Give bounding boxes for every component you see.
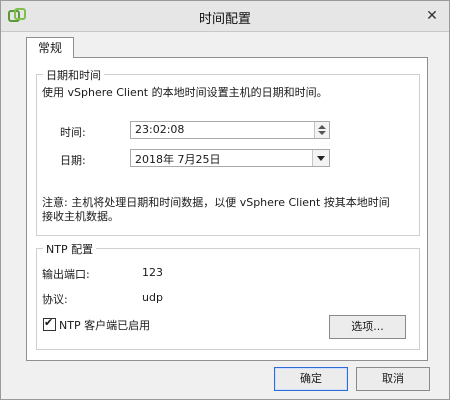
window-title: 时间配置	[198, 12, 251, 27]
ntp-client-enabled-label[interactable]: NTP 客户端已启用	[59, 317, 150, 333]
options-button[interactable]: 选项...	[329, 315, 406, 339]
time-spinner[interactable]	[314, 122, 329, 138]
ok-button[interactable]: 确定	[274, 367, 348, 391]
close-button[interactable]: ✕	[421, 6, 443, 26]
cancel-button[interactable]: 取消	[356, 367, 430, 391]
protocol-value: udp	[142, 291, 163, 304]
checkmark-icon: ✔	[44, 316, 54, 329]
spin-down-icon[interactable]	[318, 131, 326, 135]
datetime-description: 使用 vSphere Client 的本地时间设置主机的日期和时间。	[42, 86, 328, 99]
date-label: 日期:	[60, 154, 86, 167]
date-dropdown-button[interactable]	[312, 150, 329, 166]
date-value: 2018年 7月25日	[135, 153, 221, 166]
spin-up-icon[interactable]	[318, 125, 326, 129]
ntp-group: NTP 配置 输出端口: 123 协议: udp ✔ NTP 客户端已启用 选项…	[36, 241, 420, 350]
datetime-legend: 日期和时间	[43, 67, 104, 83]
title-bar[interactable]: 时间配置 ✕	[1, 1, 449, 32]
chevron-down-icon	[317, 156, 325, 161]
time-config-dialog: 时间配置 ✕ 常规 日期和时间 使用 vSphere Client 的本地时间设…	[0, 0, 450, 400]
protocol-label: 协议:	[42, 293, 68, 306]
tab-general[interactable]: 常规	[26, 37, 74, 58]
outgoing-port-label: 输出端口:	[42, 268, 90, 281]
ntp-client-enabled-checkbox[interactable]: ✔	[43, 316, 56, 331]
close-icon: ✕	[426, 8, 438, 24]
time-label: 时间:	[60, 126, 86, 139]
outgoing-port-value: 123	[142, 266, 163, 279]
tab-panel-general: 日期和时间 使用 vSphere Client 的本地时间设置主机的日期和时间。…	[26, 57, 428, 361]
datetime-group: 日期和时间 使用 vSphere Client 的本地时间设置主机的日期和时间。…	[36, 67, 420, 236]
time-input[interactable]: 23:02:08	[130, 121, 330, 139]
tab-general-label: 常规	[37, 41, 62, 55]
time-value: 23:02:08	[135, 123, 185, 136]
datetime-note-line2: 接收主机数据。	[42, 210, 119, 223]
date-picker[interactable]: 2018年 7月25日	[130, 149, 330, 167]
ntp-legend: NTP 配置	[43, 241, 97, 257]
